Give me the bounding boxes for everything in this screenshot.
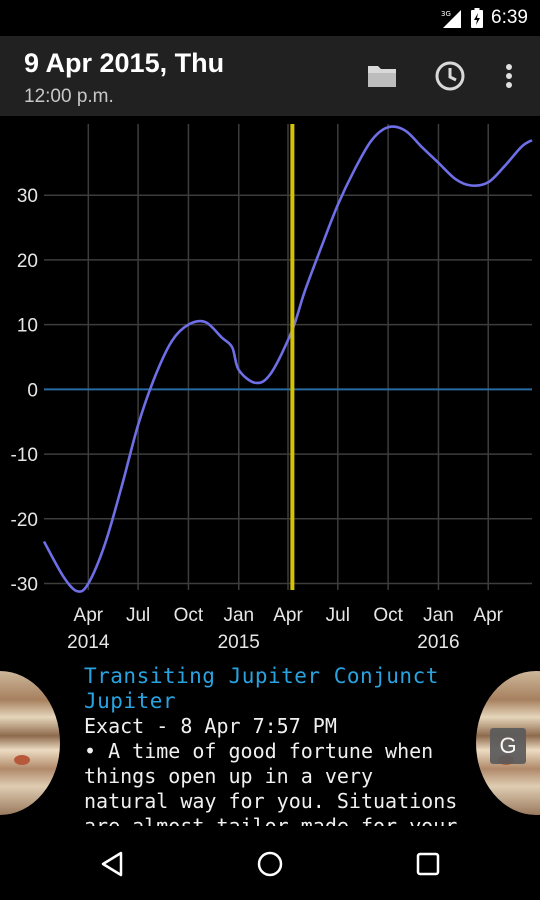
time-button[interactable]: [430, 56, 470, 96]
y-tick-label: 20: [17, 251, 38, 272]
transit-description: Transiting Jupiter Conjunct Jupiter Exac…: [84, 664, 464, 826]
x-tick-label: Jul: [326, 605, 350, 626]
navigation-bar: [0, 828, 540, 900]
selected-date[interactable]: 9 Apr 2015, Thu: [24, 48, 224, 79]
recents-button[interactable]: [408, 844, 448, 884]
more-vert-icon: [506, 64, 512, 88]
y-tick-label: 0: [27, 380, 38, 401]
svg-text:3G: 3G: [441, 10, 451, 18]
home-circle-icon: [257, 851, 283, 877]
x-tick-label: Jan: [423, 605, 454, 626]
y-tick-label: -10: [11, 445, 38, 466]
clock-time: 6:39: [491, 7, 528, 28]
x-tick-label: Oct: [174, 605, 204, 626]
transit-detail-panel: Transiting Jupiter Conjunct Jupiter Exac…: [0, 660, 540, 828]
y-tick-label: -20: [11, 510, 38, 531]
clock-icon: [435, 61, 465, 91]
overflow-menu-button[interactable]: [489, 56, 529, 96]
back-button[interactable]: [92, 844, 132, 884]
x-year-label: 2016: [417, 632, 459, 653]
x-year-label: 2014: [67, 632, 110, 653]
x-tick-label: Jul: [126, 605, 150, 626]
y-tick-label: 30: [17, 186, 38, 207]
y-tick-label: -30: [11, 575, 38, 596]
x-tick-label: Jan: [223, 605, 254, 626]
open-folder-button[interactable]: [362, 56, 402, 96]
folder-icon: [368, 66, 396, 87]
transit-chart[interactable]: -30 -20 -10 0 10 20 30 Apr 2014 Jul Oct Jan 2015 Apr J…: [0, 116, 540, 660]
x-tick-label: Apr: [74, 605, 104, 626]
x-year-label: 2015: [218, 632, 260, 653]
transit-exact-time: Exact - 8 Apr 7:57 PM: [84, 714, 337, 738]
jupiter-planet-image-left[interactable]: [0, 668, 60, 818]
x-tick-label: Oct: [373, 605, 403, 626]
x-tick-label: Apr: [473, 605, 503, 626]
recents-square-icon: [416, 852, 440, 876]
app-bar: 9 Apr 2015, Thu 12:00 p.m.: [0, 36, 540, 116]
x-tick-label: Apr: [273, 605, 303, 626]
status-icons: 3G 6:39: [441, 6, 528, 30]
battery-icon: [471, 8, 484, 28]
transit-title[interactable]: Transiting Jupiter Conjunct Jupiter: [84, 664, 464, 714]
back-triangle-icon: [101, 851, 123, 877]
selected-time[interactable]: 12:00 p.m.: [24, 86, 114, 108]
home-button[interactable]: [250, 844, 290, 884]
transit-interpretation: • A time of good fortune when things ope…: [84, 739, 458, 826]
status-bar: 3G 6:39: [0, 0, 540, 36]
signal-icon: 3G: [441, 10, 462, 28]
globe-button[interactable]: G: [490, 728, 526, 764]
y-tick-label: 10: [17, 316, 38, 337]
